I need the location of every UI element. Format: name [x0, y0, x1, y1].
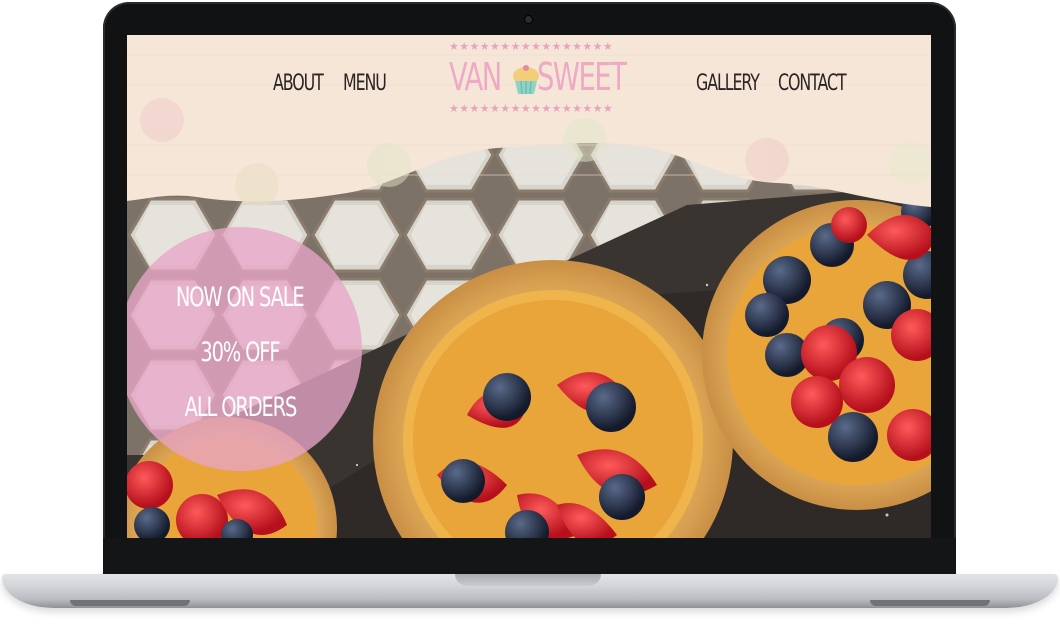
nav-gallery-link[interactable]: GALLERY — [696, 71, 760, 96]
site-header: ABOUT MENU GALLERY CONTACT ★★★★★★★★★★★★★… — [127, 35, 931, 165]
logo-star-border-bottom: ★★★★★★★★★★★★★★★★ — [449, 103, 614, 115]
logo-word-right: SWEET — [537, 55, 627, 99]
nav-menu-link[interactable]: MENU — [343, 71, 387, 96]
promo-line-2: 30% OFF — [200, 337, 281, 368]
laptop-foot-right — [870, 600, 990, 606]
nav-about-link[interactable]: ABOUT — [273, 71, 324, 96]
nav-contact-link[interactable]: CONTACT — [778, 71, 847, 96]
laptop-lid-notch — [455, 574, 601, 586]
logo-word-left: VAN — [449, 55, 502, 99]
webcam — [525, 16, 532, 23]
promo-line-1: NOW ON SALE — [176, 282, 305, 313]
site-logo[interactable]: ★★★★★★★★★★★★★★★★ VAN SWEET ★★★★★★★★★★★★★… — [449, 41, 635, 115]
laptop-bezel-bottom — [103, 538, 956, 574]
website-screen: ABOUT MENU GALLERY CONTACT ★★★★★★★★★★★★★… — [127, 35, 931, 538]
logo-star-border-top: ★★★★★★★★★★★★★★★★ — [449, 41, 614, 53]
laptop-foot-left — [70, 600, 190, 606]
promo-line-3: ALL ORDERS — [184, 392, 297, 423]
sale-promo-badge[interactable]: NOW ON SALE 30% OFF ALL ORDERS — [127, 227, 362, 471]
